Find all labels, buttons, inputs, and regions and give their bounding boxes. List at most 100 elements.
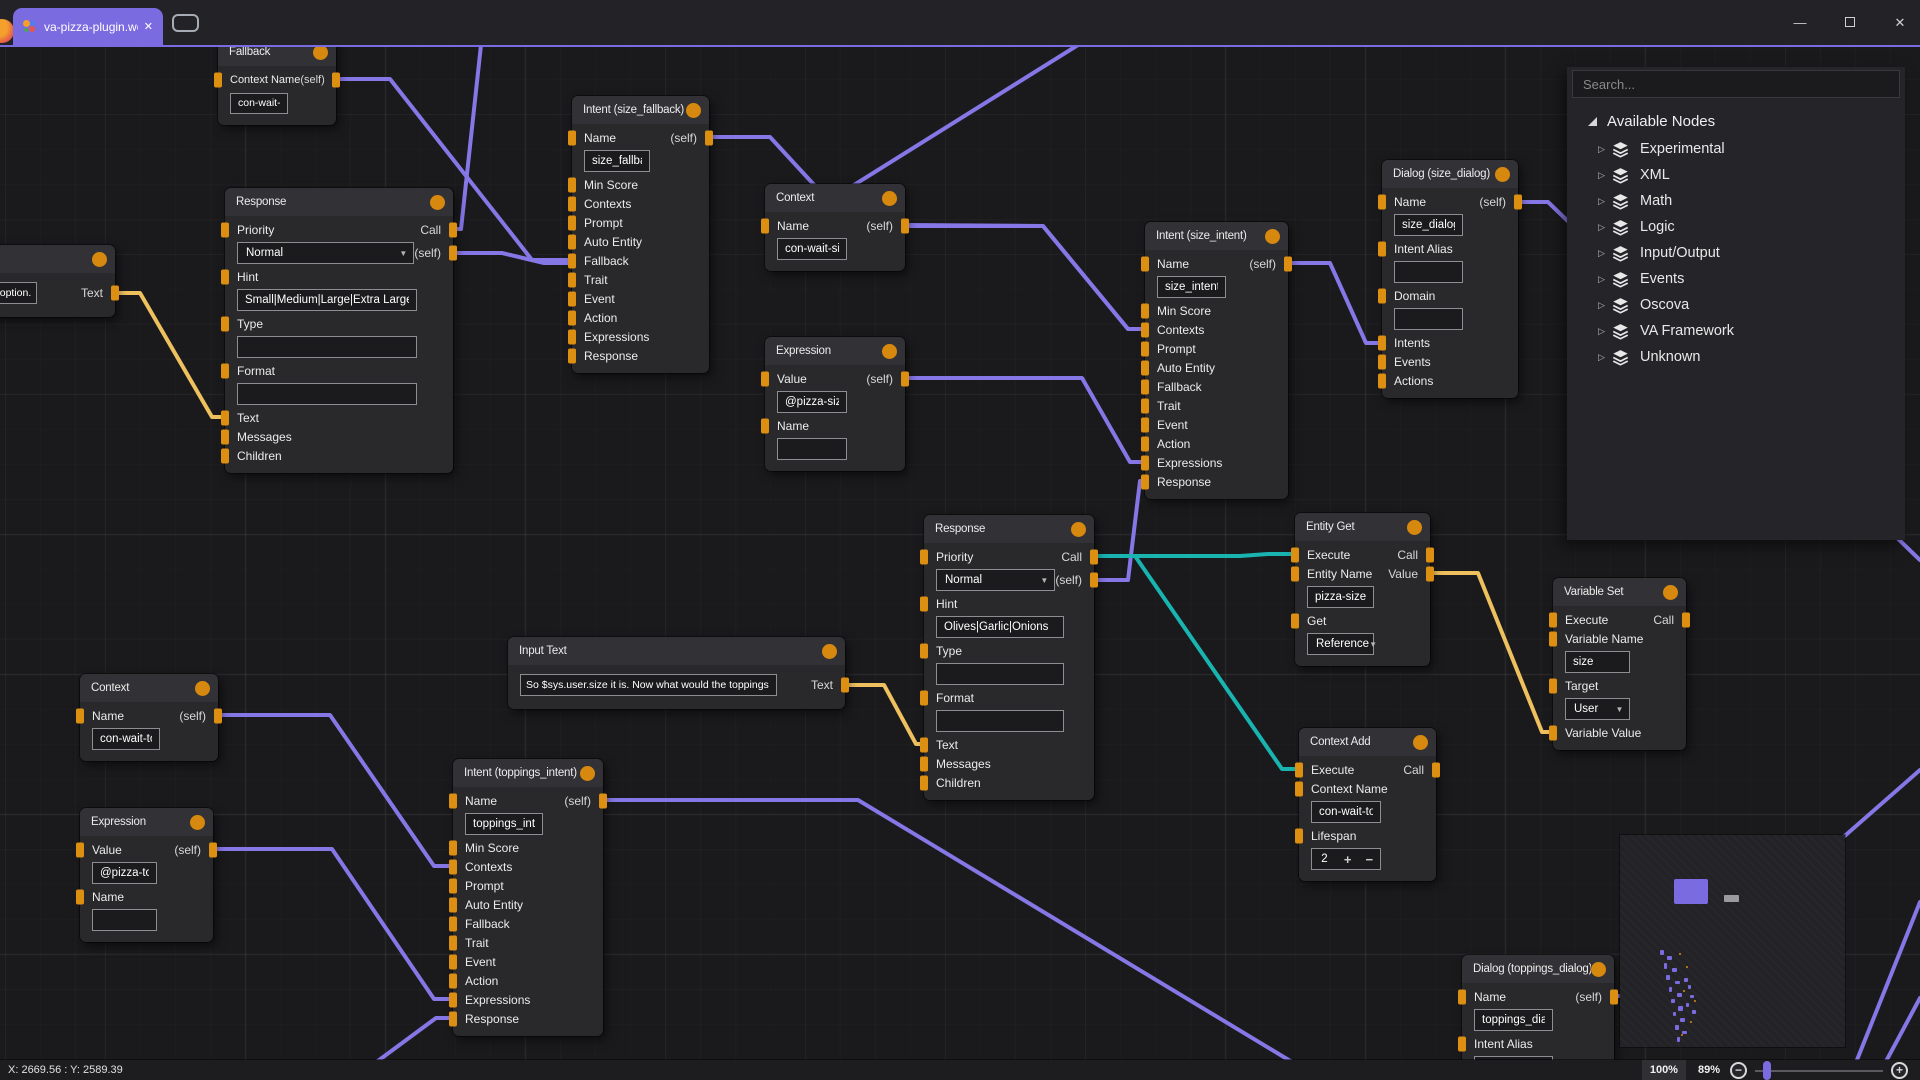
call-out-port[interactable] [1432, 762, 1440, 777]
node-context-bl[interactable]: ContextName(self) [80, 674, 218, 761]
-self--out-port[interactable] [901, 371, 909, 386]
fallback-in-port[interactable] [568, 253, 576, 268]
value-in-port[interactable] [76, 842, 84, 857]
min-score-in-port[interactable] [1141, 303, 1149, 318]
tree-item-oscova[interactable]: ▷Oscova [1567, 292, 1905, 318]
node-input-text-cut[interactable]: Text [0, 245, 115, 317]
self-out-port[interactable] [449, 246, 457, 261]
name-in-port[interactable] [1378, 194, 1386, 209]
hint-in-port[interactable] [221, 269, 229, 284]
-self--out-port[interactable] [1610, 989, 1618, 1004]
name-in-port[interactable] [761, 418, 769, 433]
entity-name-in-port[interactable] [1291, 566, 1299, 581]
call-out-port[interactable] [1682, 612, 1690, 627]
execute-in-port[interactable] [1549, 612, 1557, 627]
prompt-in-port[interactable] [568, 215, 576, 230]
text-field[interactable] [230, 93, 288, 114]
variable-value-in-port[interactable] [1549, 725, 1557, 740]
text-field[interactable] [237, 289, 417, 311]
node-variable-set[interactable]: Variable SetExecuteCallVariable NameTarg… [1553, 578, 1686, 750]
minimap-viewport[interactable] [1674, 879, 1708, 904]
tree-root-available-nodes[interactable]: Available Nodes [1567, 107, 1905, 136]
tree-item-unknown[interactable]: ▷Unknown [1567, 344, 1905, 370]
dropdown-select[interactable]: Normal▼ [237, 242, 414, 264]
auto-entity-in-port[interactable] [1141, 360, 1149, 375]
text-field[interactable] [777, 438, 847, 460]
node-response-left[interactable]: ResponsePriorityCallNormal▼(self)HintTyp… [225, 188, 453, 473]
self-out-port[interactable] [1090, 573, 1098, 588]
event-in-port[interactable] [449, 954, 457, 969]
min-score-in-port[interactable] [449, 840, 457, 855]
text-field[interactable] [1474, 1009, 1553, 1031]
auto-entity-in-port[interactable] [568, 234, 576, 249]
node-context-mid[interactable]: ContextName(self) [765, 184, 905, 271]
intent-alias-in-port[interactable] [1458, 1036, 1466, 1051]
node-intent-toppings-intent[interactable]: Intent (toppings_intent)Name(self)Min Sc… [453, 759, 603, 1036]
new-tab-button[interactable] [172, 14, 199, 32]
priority-in-port[interactable] [920, 549, 928, 564]
format-in-port[interactable] [221, 363, 229, 378]
text-field[interactable] [936, 663, 1064, 685]
context-name-in-port[interactable] [214, 72, 222, 87]
chevron-collapsed-icon[interactable]: ▷ [1598, 248, 1612, 259]
action-in-port[interactable] [449, 973, 457, 988]
decrement-icon[interactable]: − [1358, 852, 1380, 867]
tree-item-va-framework[interactable]: ▷VA Framework [1567, 318, 1905, 344]
node-intent-size-intent[interactable]: Intent (size_intent)Name(self)Min ScoreC… [1145, 222, 1288, 499]
event-in-port[interactable] [1141, 417, 1149, 432]
actions-in-port[interactable] [1378, 373, 1386, 388]
text-in-port[interactable] [920, 737, 928, 752]
value-in-port[interactable] [761, 371, 769, 386]
response-in-port[interactable] [1141, 474, 1149, 489]
zoom-out-button[interactable]: − [1730, 1062, 1747, 1079]
fallback-in-port[interactable] [449, 916, 457, 931]
increment-icon[interactable]: + [1337, 852, 1359, 867]
number-stepper[interactable]: 2+− [1311, 848, 1381, 870]
name-in-port[interactable] [761, 218, 769, 233]
variable-name-in-port[interactable] [1549, 631, 1557, 646]
text-field[interactable] [1394, 261, 1463, 283]
search-input[interactable] [1572, 70, 1900, 98]
-self--out-port[interactable] [599, 793, 607, 808]
name-in-port[interactable] [1141, 256, 1149, 271]
text-field[interactable] [1565, 651, 1630, 673]
zoom-slider[interactable] [1755, 1062, 1883, 1079]
type-in-port[interactable] [920, 643, 928, 658]
zoom-reset-button[interactable]: 100% [1642, 1060, 1686, 1080]
tree-item-xml[interactable]: ▷XML [1567, 162, 1905, 188]
-self--out-port[interactable] [214, 708, 222, 723]
text-field[interactable] [1157, 276, 1226, 298]
zoom-slider-handle[interactable] [1763, 1061, 1771, 1080]
name-in-port[interactable] [449, 793, 457, 808]
fallback-in-port[interactable] [1141, 379, 1149, 394]
call-out-port[interactable] [1090, 549, 1098, 564]
zoom-in-button[interactable]: + [1891, 1062, 1908, 1079]
context-name-in-port[interactable] [1295, 781, 1303, 796]
text-field[interactable] [584, 150, 650, 172]
text-field[interactable] [92, 728, 160, 750]
chevron-collapsed-icon[interactable]: ▷ [1598, 352, 1612, 363]
text-field[interactable] [465, 813, 543, 835]
action-in-port[interactable] [568, 310, 576, 325]
node-fallback-top[interactable]: FallbackContext Name(self) [218, 38, 336, 125]
min-score-in-port[interactable] [568, 177, 576, 192]
chevron-collapsed-icon[interactable]: ▷ [1598, 222, 1612, 233]
get-in-port[interactable] [1291, 613, 1299, 628]
tree-item-experimental[interactable]: ▷Experimental [1567, 136, 1905, 162]
text-field[interactable] [936, 616, 1064, 638]
name-in-port[interactable] [76, 708, 84, 723]
text-field[interactable] [777, 391, 847, 413]
hint-in-port[interactable] [920, 596, 928, 611]
tab-close-icon[interactable]: ✕ [144, 20, 153, 33]
-self--out-port[interactable] [332, 72, 340, 87]
node-expression-mid[interactable]: ExpressionValue(self)Name [765, 337, 905, 471]
format-in-port[interactable] [920, 690, 928, 705]
messages-in-port[interactable] [920, 756, 928, 771]
text-field[interactable] [92, 862, 157, 884]
document-tab[interactable]: va-pizza-plugin.west ✕ [13, 8, 163, 45]
text-field[interactable] [0, 282, 37, 304]
close-button[interactable]: ✕ [1890, 15, 1910, 31]
text-field[interactable] [92, 909, 157, 931]
dropdown-select[interactable]: User▼ [1565, 698, 1630, 720]
name-in-port[interactable] [1458, 989, 1466, 1004]
